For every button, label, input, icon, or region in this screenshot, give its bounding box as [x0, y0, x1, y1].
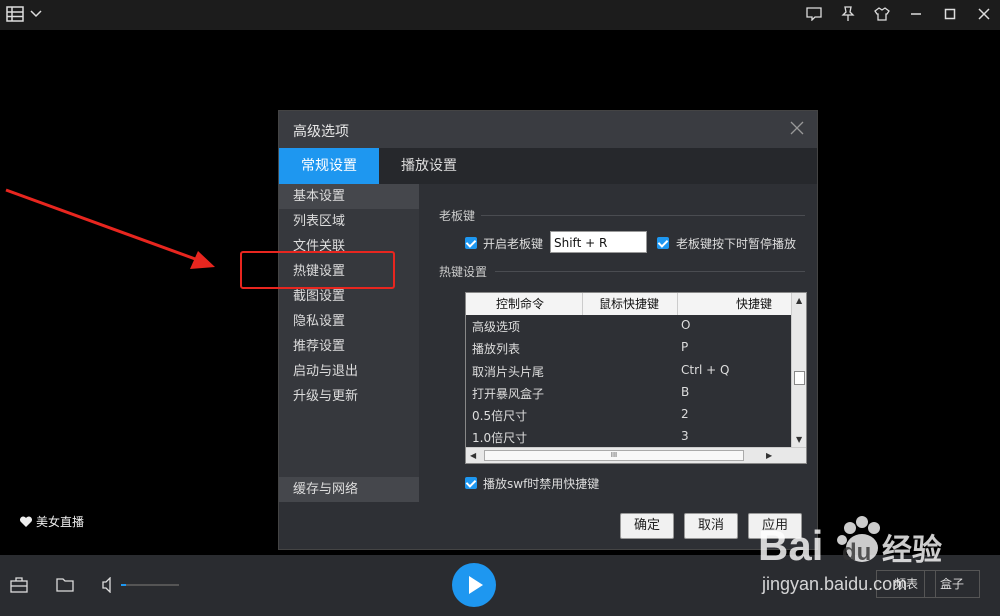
sidebar-item-update[interactable]: 升级与更新	[279, 384, 419, 409]
boss-key-divider	[481, 215, 805, 216]
table-row[interactable]: 打开暴风盒子 B	[466, 382, 791, 404]
horizontal-scroll-thumb[interactable]: III	[484, 450, 744, 461]
boss-key-section-title: 老板键	[439, 209, 476, 223]
volume-slider[interactable]	[121, 584, 179, 586]
pause-on-boss-key-checkbox[interactable]	[657, 237, 669, 249]
row-key: P	[681, 340, 689, 355]
row-command: 高级选项	[472, 320, 521, 334]
toolbox-icon[interactable]	[10, 577, 30, 597]
scroll-down-icon[interactable]: ▼	[796, 435, 802, 444]
hotkey-table-body: 高级选项 O 播放列表 P 取消片头片尾 Ctrl + Q 打开暴风盒子 B 0.5倍尺…	[466, 315, 791, 449]
column-header-key[interactable]: 快捷键	[678, 293, 791, 315]
title-bar	[0, 0, 1000, 30]
hotkey-section-title: 热键设置	[439, 265, 488, 279]
top-left-controls	[6, 6, 42, 22]
baidu-watermark: Bai du 经验 jingyan.baidu.com	[758, 508, 998, 612]
window-controls	[804, 4, 994, 24]
dialog-close-icon[interactable]	[789, 120, 805, 136]
pin-icon[interactable]	[838, 4, 858, 24]
player-window: 高级选项 常规设置 播放设置 基本设置 列表区域 文件关联 热键设置 截图设置 …	[0, 0, 1000, 616]
row-command: 0.5倍尺寸	[472, 409, 528, 424]
enable-boss-key-label: 开启老板键	[483, 237, 544, 251]
row-key: 3	[681, 429, 689, 444]
vertical-scrollbar[interactable]: ▲ ▼	[791, 293, 806, 447]
column-header-command[interactable]: 控制命令	[466, 293, 583, 315]
table-row[interactable]: 播放列表 P	[466, 337, 791, 359]
live-stream-link[interactable]: 美女直播	[19, 513, 84, 530]
hotkey-divider	[495, 271, 805, 272]
sidebar-item-startup-exit[interactable]: 启动与退出	[279, 359, 419, 384]
advanced-options-dialog: 高级选项 常规设置 播放设置 基本设置 列表区域 文件关联 热键设置 截图设置 …	[278, 110, 818, 550]
play-button[interactable]	[452, 563, 496, 607]
live-stream-label: 美女直播	[36, 515, 85, 529]
swf-disable-hotkey-label: 播放swf时禁用快捷键	[483, 477, 600, 491]
sidebar-item-privacy[interactable]: 隐私设置	[279, 309, 419, 334]
table-row[interactable]: 0.5倍尺寸 2	[466, 404, 791, 426]
sidebar-item-basic[interactable]: 基本设置	[279, 184, 419, 209]
tab-general[interactable]: 常规设置	[279, 148, 379, 184]
message-icon[interactable]	[804, 4, 824, 24]
boss-key-hotkey-input[interactable]: Shift + R	[550, 231, 647, 253]
watermark-sub: 经验	[882, 533, 942, 568]
minimize-icon[interactable]	[906, 4, 926, 24]
red-highlight-box	[240, 251, 395, 289]
cancel-button[interactable]: 取消	[684, 513, 738, 539]
watermark-url: jingyan.baidu.com	[761, 574, 907, 594]
volume-icon[interactable]	[101, 576, 121, 597]
maximize-icon[interactable]	[940, 4, 960, 24]
pause-on-boss-key-label: 老板键按下时暂停播放	[676, 237, 797, 251]
tab-playback[interactable]: 播放设置	[379, 148, 479, 184]
watermark-brand: Bai	[758, 522, 823, 569]
row-command: 打开暴风盒子	[472, 386, 545, 401]
chevron-down-icon[interactable]	[30, 10, 42, 18]
volume-slider-fill	[121, 584, 126, 586]
vertical-scroll-thumb[interactable]	[794, 371, 805, 385]
ok-button[interactable]: 确定	[620, 513, 674, 539]
red-arrow-annotation	[5, 188, 215, 269]
row-command: 取消片头片尾	[472, 364, 545, 379]
open-folder-icon[interactable]	[56, 577, 76, 597]
table-row[interactable]: 取消片头片尾 Ctrl + Q	[466, 360, 791, 382]
table-row[interactable]: 1.0倍尺寸 3	[466, 426, 791, 448]
scroll-left-icon[interactable]: ◀	[470, 451, 476, 460]
dialog-title-bar: 高级选项	[279, 111, 817, 148]
table-row[interactable]: 高级选项 O	[466, 315, 791, 337]
skin-icon[interactable]	[872, 4, 892, 24]
hotkey-table-header: 控制命令 鼠标快捷键 快捷键	[466, 293, 791, 315]
scroll-right-icon[interactable]: ▶	[766, 451, 772, 460]
scroll-up-icon[interactable]: ▲	[796, 296, 802, 305]
heart-icon	[19, 515, 33, 527]
sidebar-item-recommend[interactable]: 推荐设置	[279, 334, 419, 359]
settings-sidebar: 基本设置 列表区域 文件关联 热键设置 截图设置 隐私设置 推荐设置 启动与退出…	[279, 184, 419, 502]
sidebar-item-cache-network[interactable]: 缓存与网络	[279, 477, 419, 502]
row-key: O	[681, 318, 691, 332]
row-command: 播放列表	[472, 342, 521, 357]
menu-list-icon[interactable]	[6, 6, 24, 22]
watermark-brand-du: du	[842, 539, 871, 566]
horizontal-scrollbar[interactable]: ◀ III ▶	[466, 447, 806, 463]
close-icon[interactable]	[974, 4, 994, 24]
swf-disable-hotkey-checkbox[interactable]	[465, 477, 477, 489]
hotkey-table: 控制命令 鼠标快捷键 快捷键 高级选项 O 播放列表 P 取消片头片尾 Ctrl + …	[465, 292, 807, 464]
row-key: Ctrl + Q	[681, 362, 730, 377]
enable-boss-key-checkbox[interactable]	[465, 237, 477, 249]
row-key: 2	[681, 407, 689, 422]
row-command: 1.0倍尺寸	[472, 431, 528, 446]
dialog-tabs: 常规设置 播放设置	[279, 148, 817, 184]
column-header-mouse[interactable]: 鼠标快捷键	[583, 293, 678, 315]
sidebar-item-list-area[interactable]: 列表区域	[279, 209, 419, 234]
dialog-title: 高级选项	[293, 124, 349, 140]
row-key: B	[681, 384, 690, 399]
